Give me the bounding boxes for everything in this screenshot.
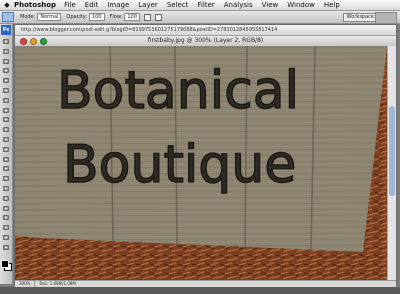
document-url: http://www.blogger.com/post-edit.g?blogI… <box>15 25 396 36</box>
zoom-tool-icon[interactable] <box>2 244 10 251</box>
canvas-image: Botanical Boutique <box>15 46 387 281</box>
document-window: http://www.blogger.com/post-edit.g?blogI… <box>14 24 397 288</box>
apple-menu-icon[interactable]: ◆ <box>0 1 14 9</box>
blur-tool-icon[interactable] <box>2 156 10 163</box>
history-brush-icon[interactable] <box>2 126 10 133</box>
app-menu[interactable]: Photoshop <box>14 1 56 9</box>
menu-filter[interactable]: Filter <box>197 1 214 9</box>
desktop-bottom <box>0 287 400 294</box>
menu-window[interactable]: Window <box>287 1 315 9</box>
brush-preset-icon[interactable] <box>2 12 14 22</box>
opacity-field[interactable]: 100 <box>88 13 105 21</box>
menu-view[interactable]: View <box>262 1 279 9</box>
mode-label: Mode: <box>20 14 36 20</box>
foreground-color-swatch[interactable] <box>1 260 9 268</box>
menu-edit[interactable]: Edit <box>85 1 99 9</box>
path-selection-icon[interactable] <box>2 195 10 202</box>
notes-tool-icon[interactable] <box>2 214 10 221</box>
status-bar: 300% Doc: 1.08M/1.08M <box>15 280 396 287</box>
menu-image[interactable]: Image <box>107 1 129 9</box>
opacity-label: Opacity: <box>66 14 87 20</box>
palette-well[interactable] <box>375 12 397 24</box>
toolbox: Ps <box>0 24 13 284</box>
photoshop-logo-icon: Ps <box>1 25 11 35</box>
clone-stamp-icon[interactable] <box>2 116 10 123</box>
image-canvas[interactable]: Botanical Boutique <box>15 46 387 281</box>
healing-brush-icon[interactable] <box>2 97 10 104</box>
lasso-tool-icon[interactable] <box>2 58 10 65</box>
workspace-button[interactable]: Workspace <box>342 12 378 22</box>
sign-line1: Botanical <box>57 61 299 121</box>
brush-tool-icon[interactable] <box>2 107 10 114</box>
flow-field[interactable]: 100 <box>124 13 140 21</box>
type-tool-icon[interactable] <box>2 185 10 192</box>
marquee-tool-icon[interactable] <box>2 48 10 55</box>
magic-wand-icon[interactable] <box>2 67 10 74</box>
airbrush-toggle[interactable] <box>143 13 151 21</box>
eyedropper-icon[interactable] <box>2 224 10 231</box>
options-bar: Mode: Normal Opacity: 100 Flow: 100 Work… <box>0 11 400 24</box>
minimize-window-button[interactable] <box>30 38 37 45</box>
vertical-scrollbar[interactable] <box>387 46 396 281</box>
pen-tool-icon[interactable] <box>2 175 10 182</box>
menu-help[interactable]: Help <box>324 1 340 9</box>
menu-file[interactable]: File <box>64 1 76 9</box>
dodge-tool-icon[interactable] <box>2 165 10 172</box>
tablet-pressure-toggle[interactable] <box>154 13 162 21</box>
mode-select[interactable]: Normal <box>37 13 62 21</box>
zoom-window-button[interactable] <box>40 38 47 45</box>
hand-tool-icon[interactable] <box>2 234 10 241</box>
move-tool-icon[interactable] <box>2 38 10 45</box>
slice-tool-icon[interactable] <box>2 87 10 94</box>
menu-analysis[interactable]: Analysis <box>224 1 253 9</box>
close-window-button[interactable] <box>20 38 27 45</box>
sign-line2: Boutique <box>63 135 296 195</box>
menu-bar: ◆ Photoshop File Edit Image Layer Select… <box>0 0 400 11</box>
crop-tool-icon[interactable] <box>2 77 10 84</box>
flow-label: Flow: <box>109 14 123 20</box>
shape-tool-icon[interactable] <box>2 205 10 212</box>
menu-layer[interactable]: Layer <box>138 1 158 9</box>
document-title: firstbaby.jpg @ 300% (Layer 2, RGB/8) <box>147 37 264 44</box>
eraser-tool-icon[interactable] <box>2 136 10 143</box>
menu-select[interactable]: Select <box>167 1 189 9</box>
gradient-tool-icon[interactable] <box>2 146 10 153</box>
